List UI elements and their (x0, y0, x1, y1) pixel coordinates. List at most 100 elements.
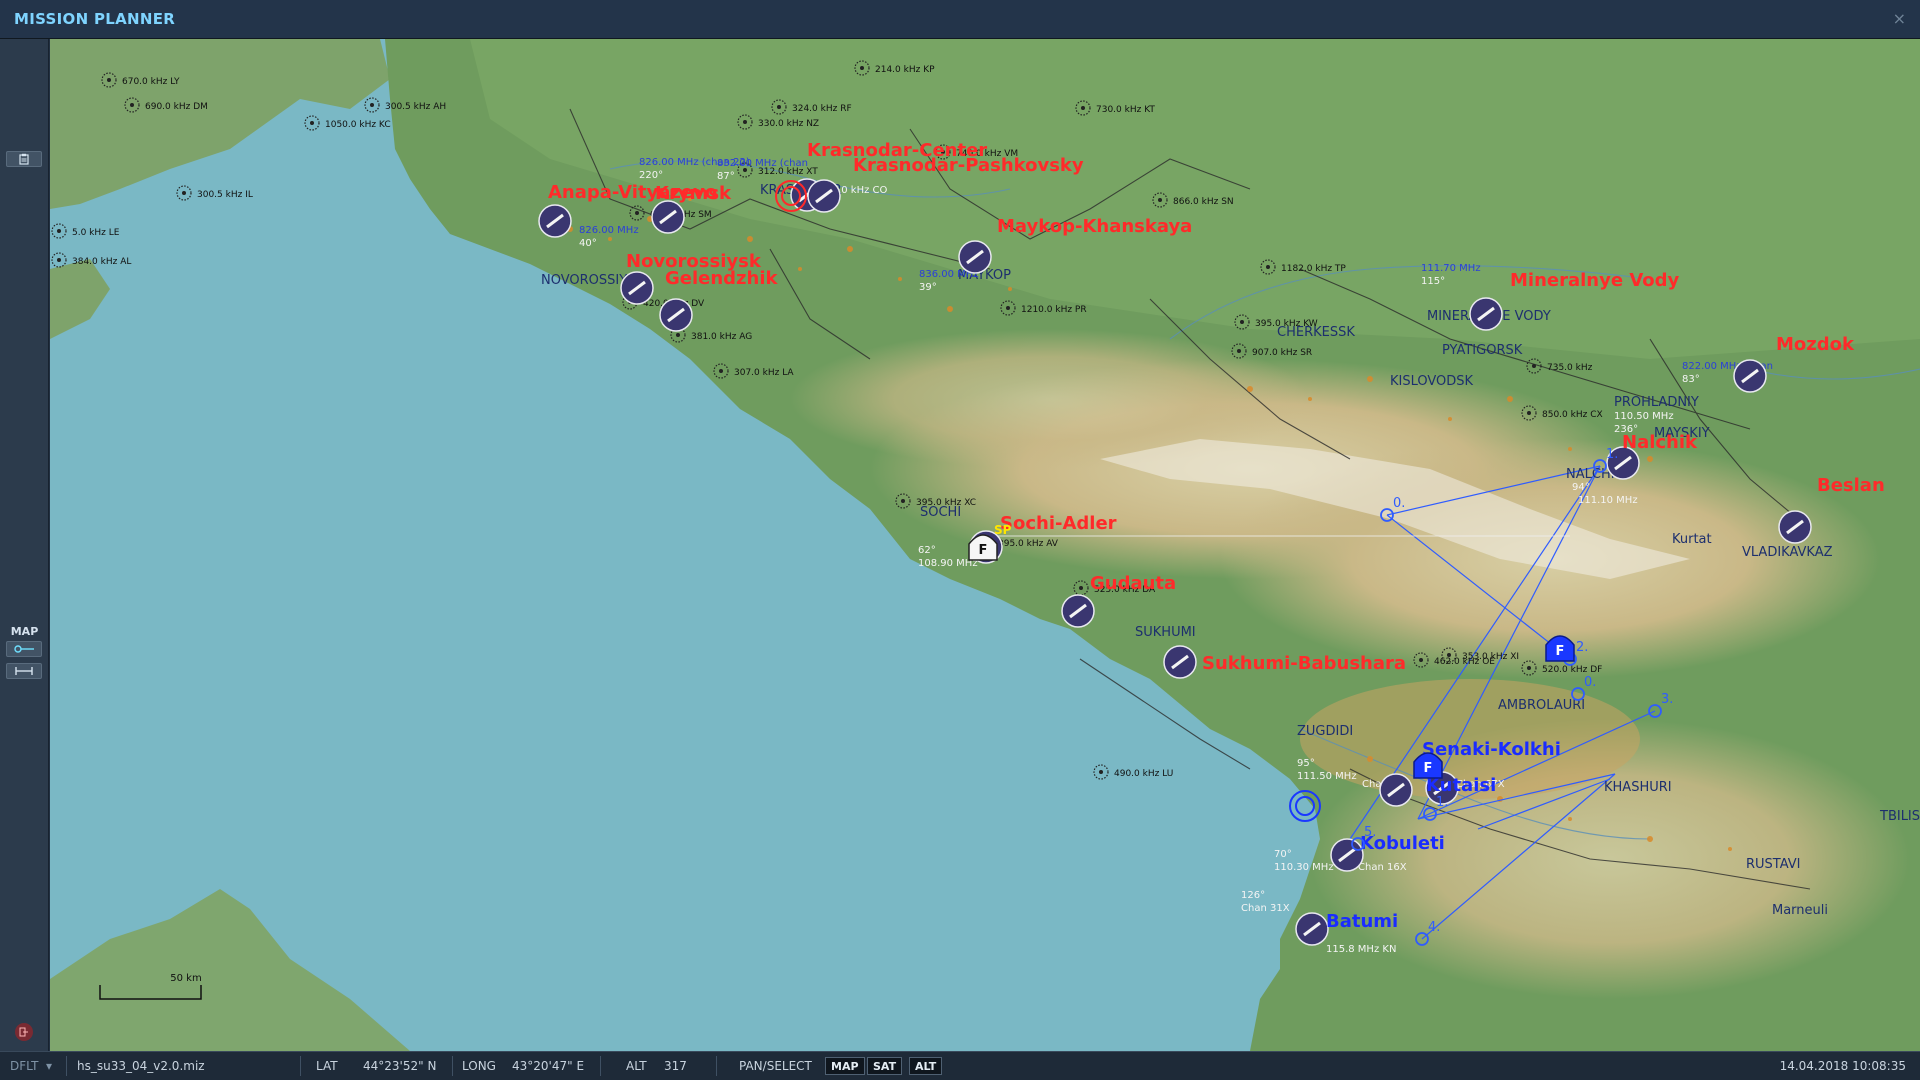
sat-layer-button[interactable]: SAT (867, 1057, 903, 1075)
airfield-label[interactable]: Senaki-Kolkhi (1422, 739, 1561, 760)
ndb-label: 384.0 kHz AL (72, 257, 131, 267)
ndb-center-icon (57, 258, 61, 262)
ndb-label: 1210.0 kHz PR (1021, 305, 1087, 315)
ndb-center-icon (1419, 658, 1423, 662)
left-toolbar: MAP (0, 39, 49, 1051)
airfield-label[interactable]: Mozdok (1776, 334, 1855, 355)
close-icon[interactable]: × (1893, 9, 1906, 28)
airfield-label[interactable]: Mineralnye Vody (1510, 270, 1680, 291)
frequency-label: 94° (1572, 482, 1590, 493)
airfield-label[interactable]: Gudauta (1090, 573, 1176, 594)
ndb-label: 462.0 kHz OE (1434, 657, 1495, 667)
airfield-label[interactable]: Krasnodar-Pashkovsky (853, 155, 1084, 176)
ndb-center-icon (1158, 198, 1162, 202)
status-bar: DFLT ▾ hs_su33_04_v2.0.miz LAT 44°23'52"… (0, 1051, 1920, 1080)
airfield-label[interactable]: Beslan (1817, 475, 1885, 496)
frequency-label: Chan 31X (1241, 903, 1290, 914)
aircraft-letter: F (979, 543, 988, 558)
frequency-label: 87° (717, 171, 735, 182)
town-label: PYATIGORSK (1442, 343, 1523, 358)
ndb-center-icon (1081, 106, 1085, 110)
frequency-label: 220° (639, 170, 663, 181)
date-time: 14.04.2018 10:08:35 (1779, 1059, 1906, 1073)
ndb-label: 866.0 kHz SN (1173, 197, 1234, 207)
map-view[interactable]: 50 km 670.0 kHz LY 690.0 kHz DM 1050.0 kHz… (50, 39, 1920, 1051)
frequency-label: 826.00 MHz (579, 225, 639, 236)
ndb-center-icon (860, 66, 864, 70)
frequency-label: 70° (1274, 849, 1292, 860)
alt-label: ALT (626, 1059, 647, 1073)
ndb-center-icon (57, 229, 61, 233)
town-label: SUKHUMI (1135, 625, 1196, 640)
frequency-label: 111.70 MHz (1421, 263, 1481, 274)
ndb-center-icon (1079, 586, 1083, 590)
waypoint-label: 5. (1364, 825, 1376, 840)
divider (600, 1056, 601, 1076)
ndb-center-icon (1266, 265, 1270, 269)
ruler-tool-button[interactable] (6, 663, 42, 679)
ndb-center-icon (1527, 411, 1531, 415)
alt-layer-button[interactable]: ALT (909, 1057, 943, 1075)
aircraft-letter: F (1424, 761, 1433, 776)
town-label: KISLOVODSK (1390, 374, 1474, 389)
ndb-label: 307.0 kHz LA (734, 368, 794, 378)
frequency-label: 39° (919, 282, 937, 293)
divider (300, 1056, 301, 1076)
ndb-center-icon (370, 103, 374, 107)
waypoint-label: 4. (1428, 920, 1440, 935)
profile-selector[interactable]: DFLT (10, 1059, 39, 1073)
frequency-label: 95° (1297, 758, 1315, 769)
ndb-label: 690.0 kHz DM (145, 102, 208, 112)
map-canvas[interactable]: 50 km 670.0 kHz LY 690.0 kHz DM 1050.0 kHz… (50, 39, 1920, 1051)
ndb-label: 907.0 kHz SR (1252, 348, 1312, 358)
ndb-center-icon (1237, 349, 1241, 353)
ndb-center-icon (1006, 306, 1010, 310)
airfield-label[interactable]: Gelendzhik (665, 268, 779, 289)
ndb-label: 1050.0 kHz KC (325, 120, 391, 130)
town-label: SOCHI (920, 505, 961, 520)
airfield-label[interactable]: Batumi (1326, 911, 1398, 932)
divider (716, 1056, 717, 1076)
ndb-label: 490.0 kHz LU (1114, 769, 1173, 779)
ndb-label: 214.0 kHz KP (875, 65, 935, 75)
ndb-label: 381.0 kHz AG (691, 332, 752, 342)
airfield-label[interactable]: Maykop-Khanskaya (997, 216, 1192, 237)
divider (452, 1056, 453, 1076)
airfield-label[interactable]: Nalchik (1622, 432, 1698, 453)
ndb-center-icon (107, 78, 111, 82)
waypoint-label: 2. (1576, 640, 1588, 655)
ndb-label: 330.0 kHz NZ (758, 119, 819, 129)
frequency-label: 110.50 MHz (1614, 411, 1674, 422)
town-label: CHERKESSK (1277, 325, 1355, 340)
airfield-label[interactable]: Krymsk (655, 183, 732, 204)
lat-value: 44°23'52" N (363, 1059, 437, 1073)
divider (66, 1056, 67, 1076)
ndb-center-icon (310, 121, 314, 125)
frequency-label: 62° (918, 545, 936, 556)
ndb-center-icon (676, 333, 680, 337)
exit-icon[interactable] (15, 1023, 33, 1041)
airfield-label[interactable]: Sukhumi-Babushara (1202, 653, 1406, 674)
ndb-label: 670.0 kHz LY (122, 77, 180, 87)
aircraft-letter: F (1556, 644, 1565, 659)
waypoint-label: 1. (1606, 447, 1618, 462)
frequency-label: 111.50 MHz (1297, 771, 1357, 782)
town-label: AMBROLAURI (1498, 698, 1585, 713)
airfield-label[interactable]: Sochi-Adler (1000, 513, 1117, 534)
map-section-label: MAP (10, 625, 39, 638)
frequency-label: 111.10 MHz (1578, 495, 1638, 506)
map-tool-waypoint-button[interactable] (6, 641, 42, 657)
start-point-label: SP (994, 523, 1012, 537)
map-layer-button[interactable]: MAP (825, 1057, 865, 1075)
clipboard-icon[interactable] (6, 151, 42, 167)
waypoint-label: 0. (1393, 496, 1405, 511)
chevron-down-icon[interactable]: ▾ (46, 1059, 52, 1073)
town-label: VLADIKAVKAZ (1742, 545, 1833, 560)
frequency-label: 832.00 MHz (chan (717, 158, 808, 169)
town-label: RUSTAVI (1746, 857, 1801, 872)
title-bar: MISSION PLANNER × (0, 0, 1920, 39)
ndb-label: 300.5 kHz IL (197, 190, 253, 200)
ndb-label: 730.0 kHz KT (1096, 105, 1155, 115)
ndb-center-icon (719, 369, 723, 373)
ndb-center-icon (130, 103, 134, 107)
